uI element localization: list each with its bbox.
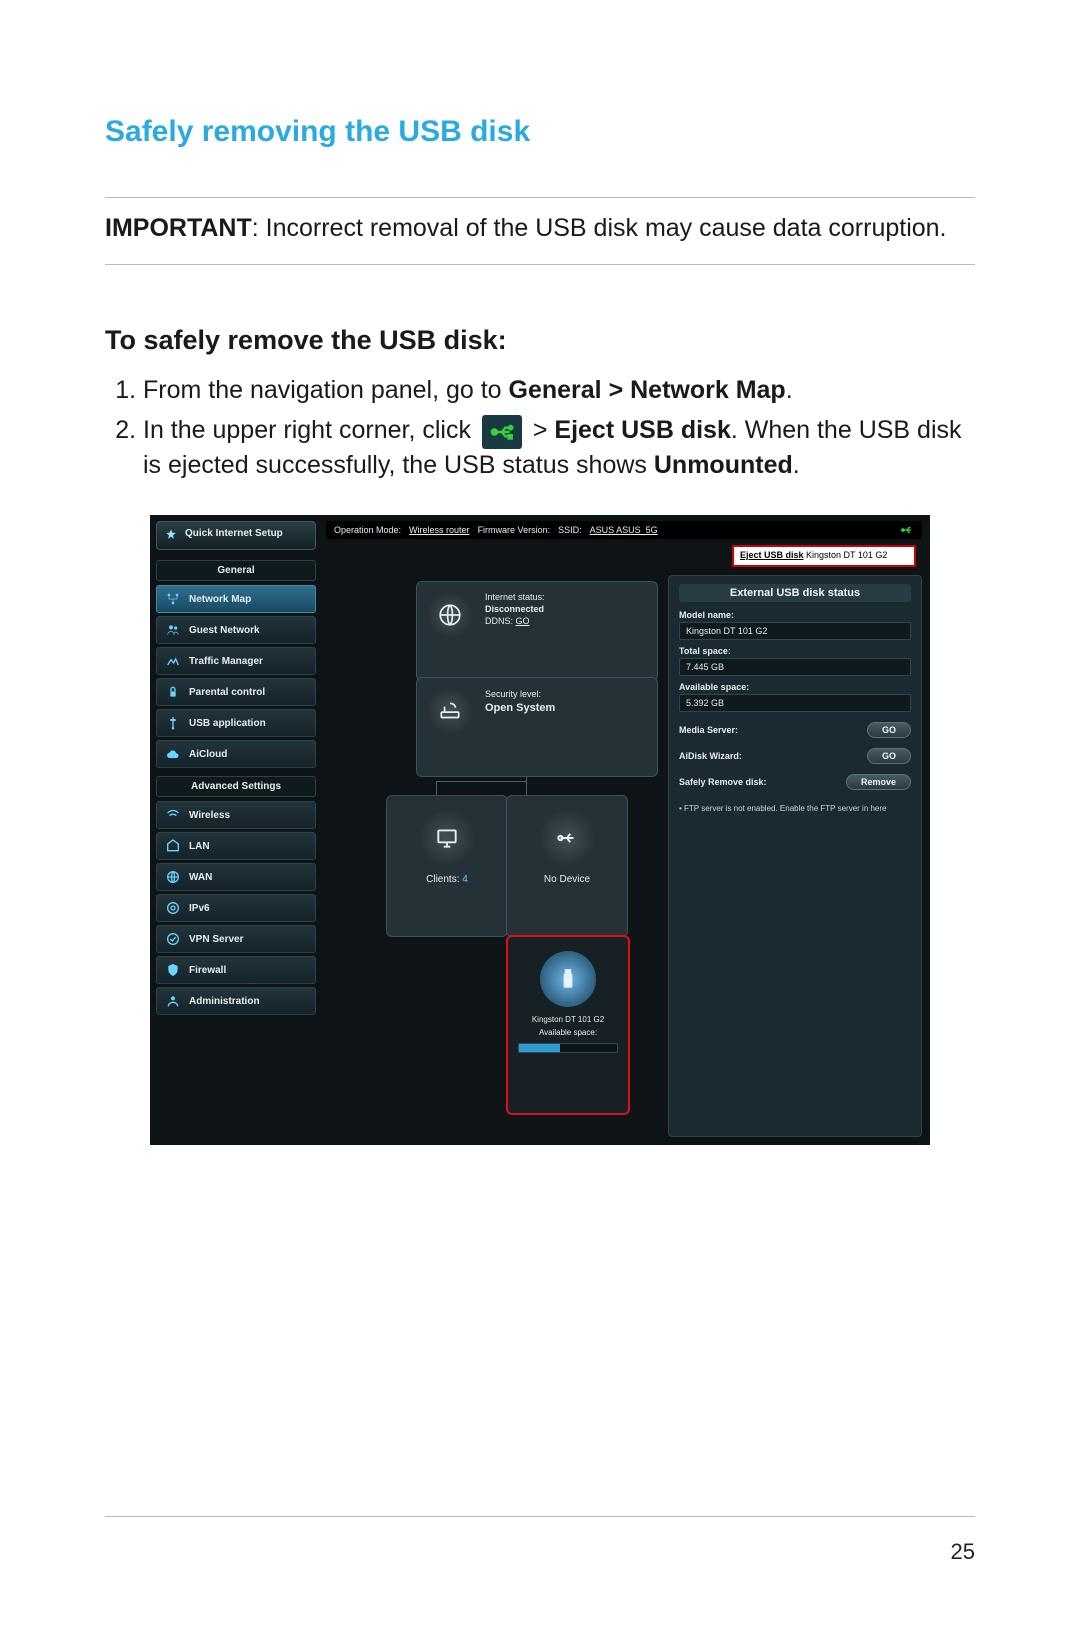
wireless-icon xyxy=(165,807,181,823)
important-text: : Incorrect removal of the USB disk may … xyxy=(252,214,947,242)
steps-heading: To safely remove the USB disk: xyxy=(105,325,975,356)
sidebar-item-parental-control[interactable]: Parental control xyxy=(156,678,316,706)
page-number: 25 xyxy=(951,1539,975,1565)
router-icon xyxy=(427,688,473,734)
sidebar-item-lan[interactable]: LAN xyxy=(156,832,316,860)
sidebar-section-general: General xyxy=(156,560,316,581)
eject-usb-popup[interactable]: Eject USB disk Kingston DT 101 G2 xyxy=(732,545,916,567)
usb-device-card[interactable]: Kingston DT 101 G2 Available space: xyxy=(506,935,630,1115)
internet-status-card[interactable]: Internet status: Disconnected DDNS: GO xyxy=(416,581,658,681)
important-note: IMPORTANT: Incorrect removal of the USB … xyxy=(105,198,975,264)
step-1: From the navigation panel, go to General… xyxy=(143,374,975,407)
operation-mode-link[interactable]: Wireless router xyxy=(409,525,470,535)
guest-network-icon xyxy=(165,622,181,638)
sidebar-item-network-map[interactable]: Network Map xyxy=(156,585,316,613)
security-card[interactable]: Security level: Open System xyxy=(416,677,658,777)
remove-button[interactable]: Remove xyxy=(846,774,911,790)
sidebar-item-administration[interactable]: Administration xyxy=(156,987,316,1015)
step-2: In the upper right corner, click > Eject… xyxy=(143,414,975,481)
sidebar-item-aicloud[interactable]: AiCloud xyxy=(156,740,316,768)
ipv6-icon xyxy=(165,900,181,916)
top-bar: Operation Mode: Wireless router Firmware… xyxy=(326,521,922,539)
router-ui-screenshot: Quick Internet Setup General Network Map… xyxy=(150,515,930,1145)
ftp-note: • FTP server is not enabled. Enable the … xyxy=(679,804,911,813)
divider xyxy=(105,264,975,265)
quick-internet-setup[interactable]: Quick Internet Setup xyxy=(156,521,316,550)
lan-icon xyxy=(165,838,181,854)
space-bar xyxy=(518,1043,618,1053)
usb-icon xyxy=(539,810,595,866)
usb-slot-empty[interactable]: No Device xyxy=(506,795,628,937)
ddns-go-link[interactable]: GO xyxy=(516,616,530,626)
media-server-go-button[interactable]: GO xyxy=(867,722,911,738)
sidebar-item-firewall[interactable]: Firewall xyxy=(156,956,316,984)
administration-icon xyxy=(165,993,181,1009)
sidebar-item-ipv6[interactable]: IPv6 xyxy=(156,894,316,922)
usb-drive-icon xyxy=(540,951,596,1007)
aicloud-icon xyxy=(165,746,181,762)
section-title: Safely removing the USB disk xyxy=(105,115,975,149)
usb-application-icon xyxy=(165,715,181,731)
usb-icon xyxy=(482,415,522,449)
sidebar: Quick Internet Setup General Network Map… xyxy=(156,521,316,1018)
traffic-manager-icon xyxy=(165,653,181,669)
sidebar-item-traffic-manager[interactable]: Traffic Manager xyxy=(156,647,316,675)
monitor-icon xyxy=(419,810,475,866)
network-map: Internet status: Disconnected DDNS: GO S… xyxy=(326,555,680,1137)
sidebar-item-wireless[interactable]: Wireless xyxy=(156,801,316,829)
footer-divider xyxy=(105,1516,975,1517)
sidebar-item-wan[interactable]: WAN xyxy=(156,863,316,891)
wan-icon xyxy=(165,869,181,885)
network-map-icon xyxy=(165,591,181,607)
usb-status-panel: External USB disk status Model name: Kin… xyxy=(668,575,922,1137)
panel-title: External USB disk status xyxy=(679,584,911,602)
vpn-server-icon xyxy=(165,931,181,947)
clients-card[interactable]: Clients: 4 xyxy=(386,795,508,937)
parental-control-icon xyxy=(165,684,181,700)
sidebar-item-vpn-server[interactable]: VPN Server xyxy=(156,925,316,953)
globe-icon xyxy=(427,592,473,638)
important-label: IMPORTANT xyxy=(105,214,252,242)
sidebar-section-advanced: Advanced Settings xyxy=(156,776,316,797)
step-list: From the navigation panel, go to General… xyxy=(105,374,975,481)
aidisk-go-button[interactable]: GO xyxy=(867,748,911,764)
usb-status-icon[interactable] xyxy=(900,523,914,537)
sidebar-item-guest-network[interactable]: Guest Network xyxy=(156,616,316,644)
firewall-icon xyxy=(165,962,181,978)
sidebar-item-usb-application[interactable]: USB application xyxy=(156,709,316,737)
